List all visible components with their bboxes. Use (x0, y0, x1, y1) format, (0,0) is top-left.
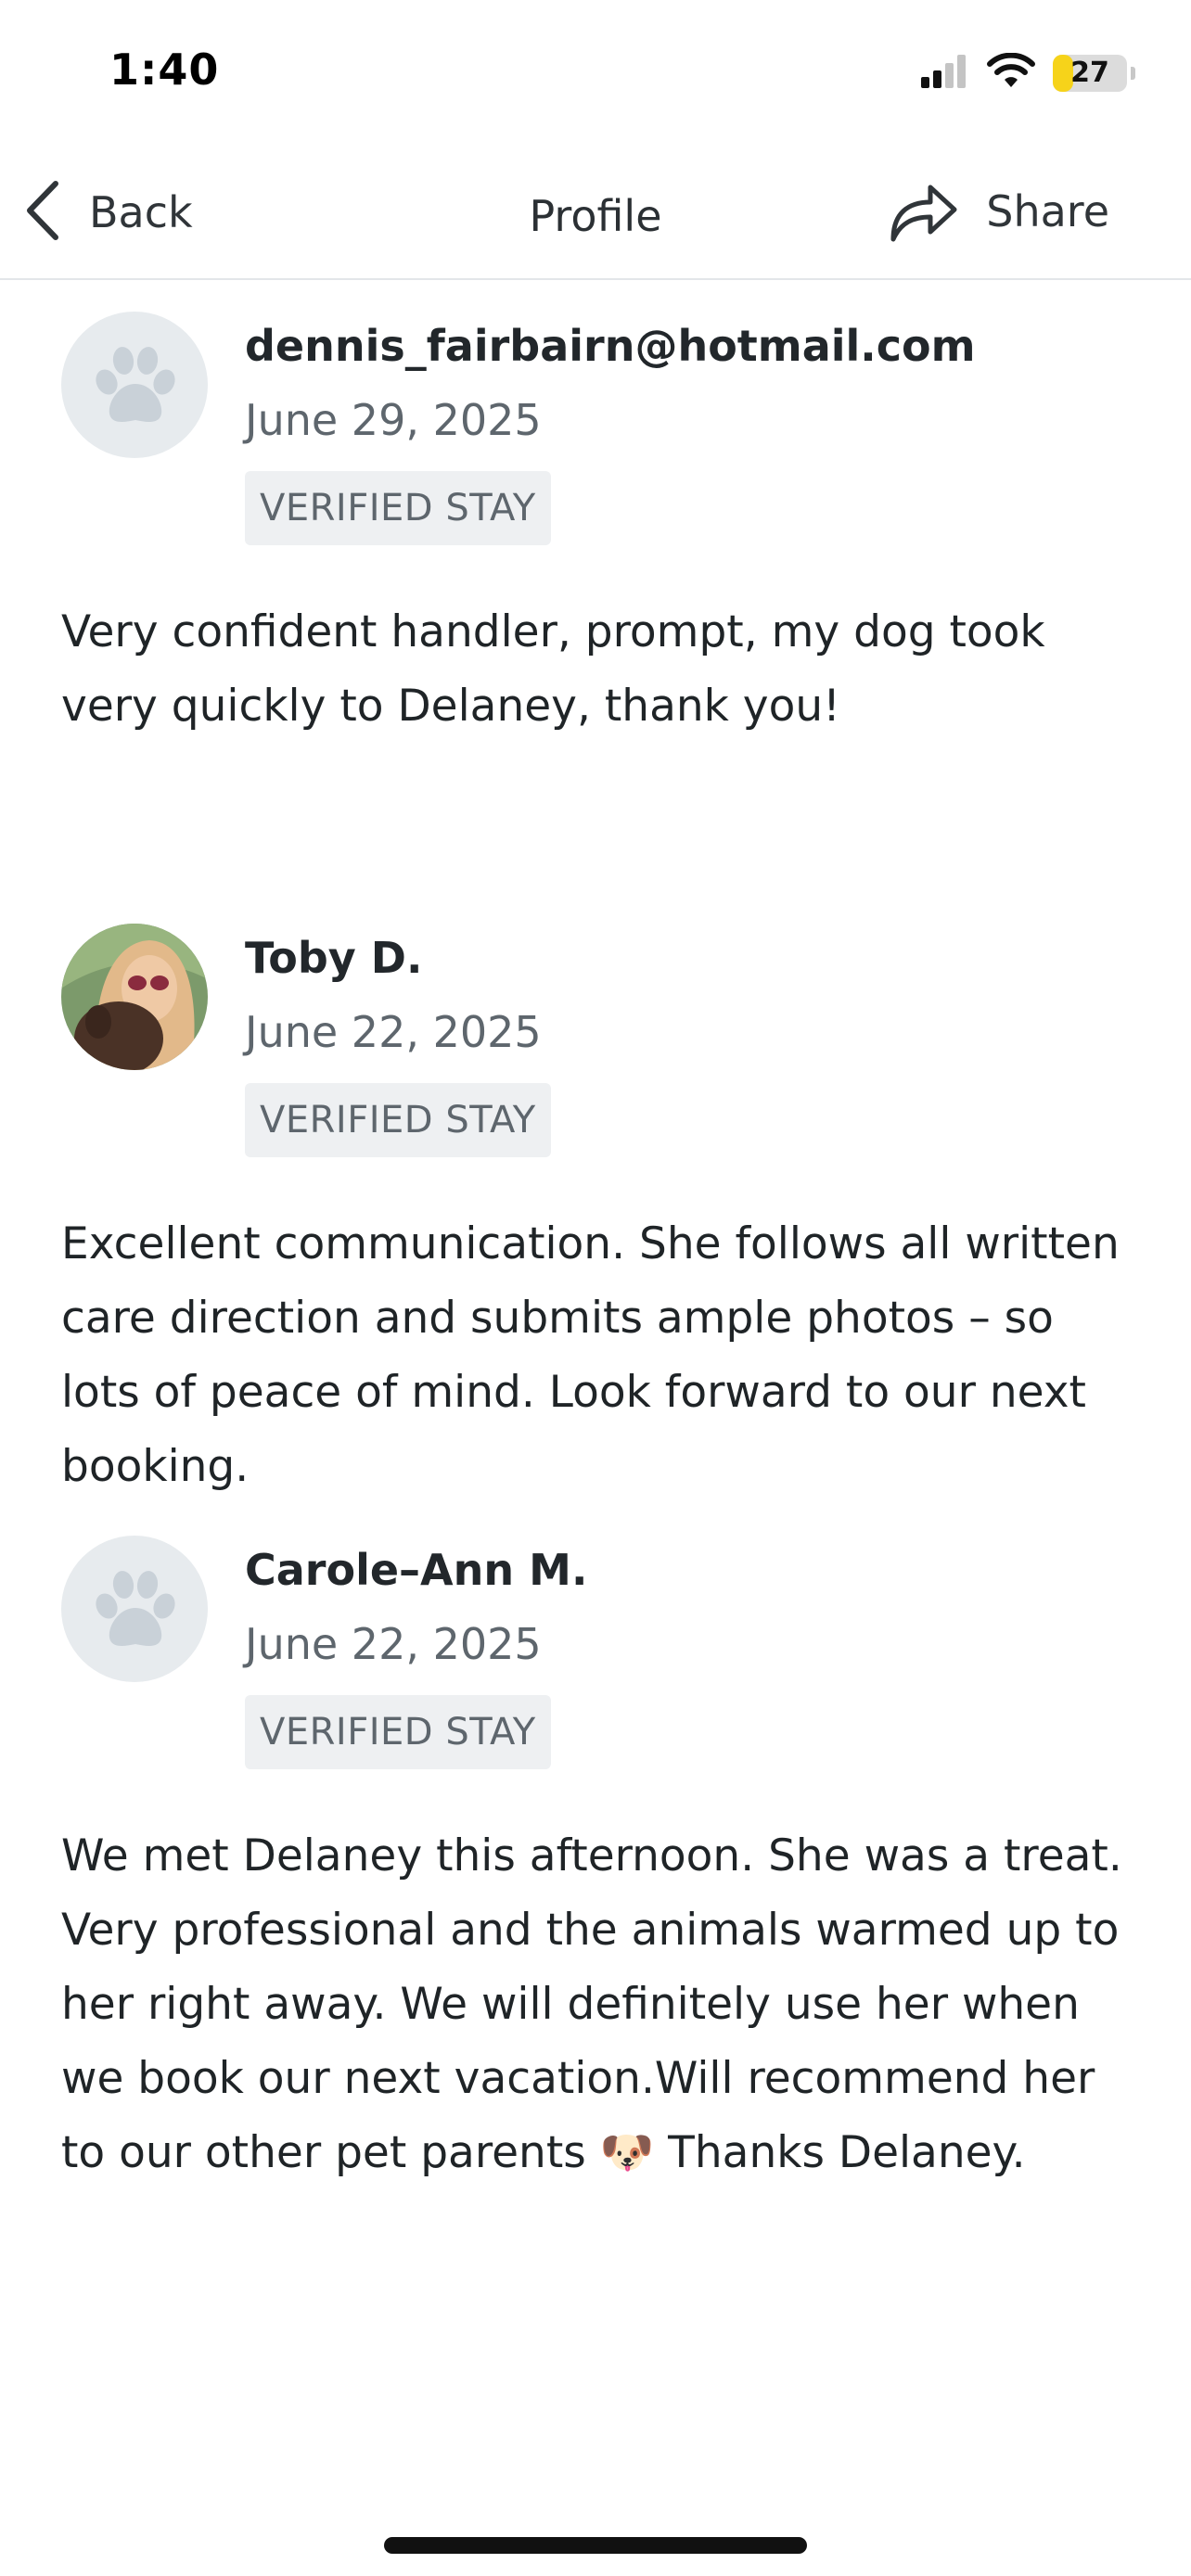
status-time: 1:40 (109, 45, 220, 95)
share-label: Share (986, 186, 1109, 236)
avatar (61, 1536, 208, 1682)
nav-bar: Back Profile Share (0, 148, 1191, 280)
reviewer-name: Toby D. (245, 933, 423, 983)
status-icons: 27 (921, 52, 1135, 95)
battery-icon: 27 (1053, 55, 1127, 92)
avatar-photo (61, 924, 208, 1070)
avatar (61, 924, 208, 1070)
review-item: Toby D. June 22, 2025 VERIFIED STAY Exce… (0, 892, 1191, 1504)
review-text: Excellent communication. She follows all… (61, 1218, 1120, 1492)
wifi-icon (986, 52, 1036, 94)
verified-stay-badge: VERIFIED STAY (245, 1083, 551, 1157)
paw-icon (96, 347, 175, 423)
battery-tip (1131, 67, 1135, 80)
review-date: June 29, 2025 (245, 395, 542, 445)
reviewer-name: Carole–Ann M. (245, 1545, 588, 1595)
review-text: We met Delaney this afternoon. She was a… (61, 1830, 1122, 2178)
share-button[interactable]: Share (888, 176, 1109, 247)
reviews-list: dennis_fairbairn@hotmail.com June 29, 20… (0, 280, 1191, 2178)
avatar (61, 312, 208, 458)
verified-stay-badge: VERIFIED STAY (245, 471, 551, 545)
verified-stay-badge: VERIFIED STAY (245, 1695, 551, 1769)
battery-level: 27 (1070, 57, 1109, 89)
review-item: dennis_fairbairn@hotmail.com June 29, 20… (0, 280, 1191, 892)
review-item: Carole–Ann M. June 22, 2025 VERIFIED STA… (0, 1504, 1191, 2178)
share-icon (888, 176, 958, 247)
paw-icon (96, 1571, 175, 1647)
home-indicator[interactable] (384, 2537, 807, 2554)
reviewer-name: dennis_fairbairn@hotmail.com (245, 321, 976, 371)
cellular-signal-icon (921, 53, 969, 94)
review-date: June 22, 2025 (245, 1007, 542, 1057)
status-bar: 1:40 27 (0, 0, 1191, 148)
review-date: June 22, 2025 (245, 1619, 542, 1669)
review-text: Very confident handler, prompt, my dog t… (61, 606, 1045, 732)
